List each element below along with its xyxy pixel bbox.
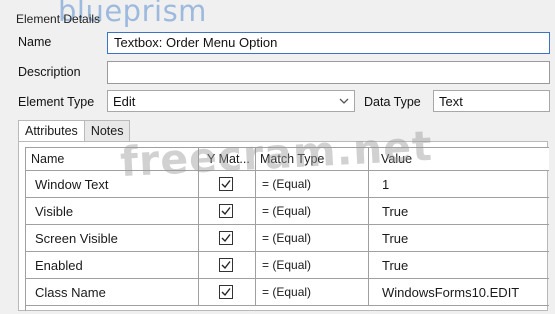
- checkbox-checked-icon[interactable]: [219, 231, 233, 245]
- attribute-value[interactable]: WindowsForms10.EDIT: [369, 279, 549, 305]
- column-header-match-type[interactable]: Match Type: [256, 148, 369, 170]
- attribute-value[interactable]: True: [369, 252, 549, 278]
- element-type-value: Edit: [113, 94, 136, 109]
- table-row[interactable]: Class Name = (Equal) WindowsForms10.EDIT: [26, 279, 549, 306]
- attribute-value[interactable]: 1: [369, 171, 549, 197]
- attributes-panel: Name Y Mat... Match Type Value Window Te…: [18, 141, 549, 311]
- table-row[interactable]: Screen Visible = (Equal) True: [26, 225, 549, 252]
- match-checkbox-cell: [199, 225, 256, 251]
- tab-notes[interactable]: Notes: [83, 120, 131, 142]
- attribute-name: Enabled: [26, 252, 199, 278]
- checkbox-checked-icon[interactable]: [219, 204, 233, 218]
- match-type[interactable]: = (Equal): [256, 198, 369, 224]
- attribute-name: Class Name: [26, 279, 199, 305]
- chevron-down-icon: [339, 98, 349, 104]
- match-type[interactable]: = (Equal): [256, 225, 369, 251]
- attribute-value[interactable]: True: [369, 225, 549, 251]
- match-checkbox-cell: [199, 198, 256, 224]
- table-row[interactable]: Window Text = (Equal) 1: [26, 171, 549, 198]
- description-input[interactable]: [107, 61, 550, 84]
- checkbox-checked-icon[interactable]: [219, 177, 233, 191]
- grid-header: Name Y Mat... Match Type Value: [26, 148, 549, 171]
- checkbox-checked-icon[interactable]: [219, 258, 233, 272]
- attribute-value[interactable]: True: [369, 198, 549, 224]
- attribute-name: Visible: [26, 198, 199, 224]
- match-checkbox-cell: [199, 171, 256, 197]
- name-label: Name: [18, 35, 52, 49]
- column-header-name[interactable]: Name: [26, 148, 199, 170]
- data-type-value: Text: [439, 94, 463, 109]
- column-header-value[interactable]: Value: [369, 148, 549, 170]
- data-type-dropdown[interactable]: Text: [433, 90, 550, 112]
- match-type[interactable]: = (Equal): [256, 279, 369, 305]
- match-type[interactable]: = (Equal): [256, 252, 369, 278]
- attribute-name: Screen Visible: [26, 225, 199, 251]
- match-type[interactable]: = (Equal): [256, 171, 369, 197]
- tab-attributes[interactable]: Attributes: [18, 120, 85, 142]
- element-type-label: Element Type: [18, 95, 95, 109]
- tab-bar: Attributes Notes: [18, 120, 131, 142]
- column-header-match[interactable]: Y Mat...: [199, 148, 256, 170]
- checkbox-checked-icon[interactable]: [219, 285, 233, 299]
- match-checkbox-cell: [199, 252, 256, 278]
- section-title: Element Details: [16, 12, 101, 26]
- description-label: Description: [18, 65, 81, 79]
- table-row[interactable]: Visible = (Equal) True: [26, 198, 549, 225]
- attribute-name: Window Text: [26, 171, 199, 197]
- table-row[interactable]: Enabled = (Equal) True: [26, 252, 549, 279]
- element-type-dropdown[interactable]: Edit: [107, 90, 355, 112]
- name-input[interactable]: Textbox: Order Menu Option: [107, 32, 550, 54]
- match-checkbox-cell: [199, 279, 256, 305]
- data-type-label: Data Type: [364, 95, 421, 109]
- attributes-grid: Name Y Mat... Match Type Value Window Te…: [25, 147, 549, 311]
